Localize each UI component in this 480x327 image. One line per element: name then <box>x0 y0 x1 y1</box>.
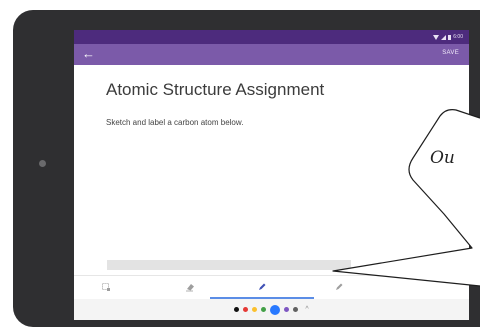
speech-bubble-text: Ou <box>430 148 455 168</box>
speech-bubble <box>332 109 480 287</box>
